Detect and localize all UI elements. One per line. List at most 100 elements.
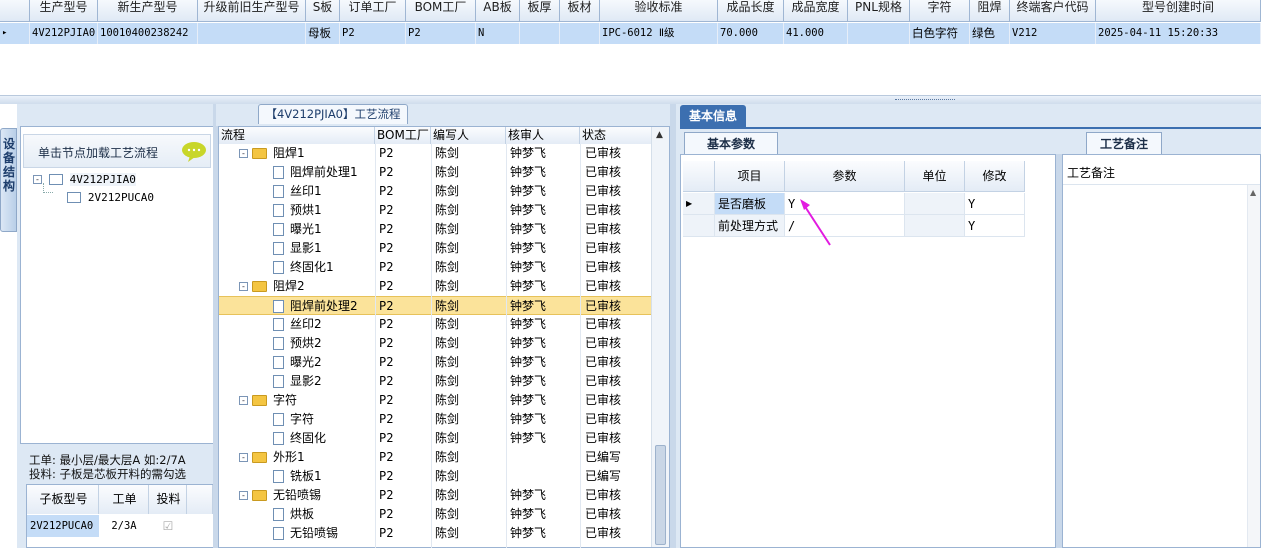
process-status-cell[interactable]: 已审核	[585, 486, 653, 505]
process-status-cell[interactable]: 已审核	[585, 239, 653, 258]
process-name-cell[interactable]: 烘板	[259, 505, 375, 524]
process-bom-cell[interactable]: P2	[379, 372, 431, 391]
process-reviewer-cell[interactable]	[510, 448, 580, 467]
process-bom-cell[interactable]: P2	[379, 410, 431, 429]
process-bom-cell[interactable]: P2	[379, 277, 431, 296]
col-header[interactable]: 成品长度	[718, 0, 784, 22]
process-writer-cell[interactable]: 陈剑	[435, 201, 505, 220]
process-name-cell[interactable]: - 阻焊2	[239, 277, 375, 296]
process-reviewer-cell[interactable]: 钟梦飞	[510, 220, 580, 239]
col-header[interactable]: BOM工厂	[406, 0, 476, 22]
process-status-cell[interactable]: 已审核	[585, 277, 653, 296]
process-group-row[interactable]: - 阻焊2 P2 陈剑 钟梦飞 已审核	[219, 277, 653, 296]
process-reviewer-cell[interactable]: 钟梦飞	[510, 144, 580, 163]
col-header[interactable]: 核审人	[506, 127, 580, 144]
collapse-icon[interactable]: -	[239, 396, 248, 405]
process-writer-cell[interactable]: 陈剑	[435, 486, 505, 505]
col-header[interactable]: 流程	[219, 127, 375, 144]
col-header[interactable]: 字符	[910, 0, 970, 22]
col-header[interactable]: AB板	[476, 0, 520, 22]
process-reviewer-cell[interactable]: 钟梦飞	[510, 524, 580, 543]
process-group-row[interactable]: - 阻焊1 P2 陈剑 钟梦飞 已审核	[219, 144, 653, 163]
process-step-row[interactable]: 终固化 P2 陈剑 钟梦飞 已审核	[219, 429, 653, 448]
process-reviewer-cell[interactable]: 钟梦飞	[510, 372, 580, 391]
cell-sub-model[interactable]: 2V212PUCA0	[27, 515, 99, 537]
process-step-row[interactable]: 字符 P2 陈剑 钟梦飞 已审核	[219, 410, 653, 429]
process-writer-cell[interactable]: 陈剑	[435, 372, 505, 391]
process-writer-cell[interactable]: 陈剑	[435, 353, 505, 372]
tab-basic-params[interactable]: 基本参数	[684, 132, 778, 154]
param-item[interactable]: 前处理方式	[715, 215, 785, 237]
col-header[interactable]: PNL规格	[848, 0, 910, 22]
process-status-cell[interactable]: 已审核	[585, 163, 653, 182]
tab-process-notes[interactable]: 工艺备注	[1086, 132, 1162, 154]
process-step-row[interactable]: 曝光2 P2 陈剑 钟梦飞 已审核	[219, 353, 653, 372]
process-status-cell[interactable]: 已审核	[585, 297, 653, 316]
process-status-cell[interactable]: 已审核	[585, 315, 653, 334]
process-bom-cell[interactable]: P2	[379, 258, 431, 277]
process-name-cell[interactable]: 终固化1	[259, 258, 375, 277]
process-step-row[interactable]: 铣板1 P2 陈剑 已编写	[219, 467, 653, 486]
col-header[interactable]: 验收标准	[600, 0, 718, 22]
col-header[interactable]: 终端客户代码	[1010, 0, 1096, 22]
process-name-cell[interactable]: - 外形1	[239, 448, 375, 467]
process-bom-cell[interactable]: P2	[379, 144, 431, 163]
process-writer-cell[interactable]: 陈剑	[435, 334, 505, 353]
process-bom-cell[interactable]: P2	[379, 486, 431, 505]
cell-pnl[interactable]	[848, 23, 910, 44]
collapse-icon[interactable]: -	[33, 175, 42, 184]
notes-scrollbar[interactable]: ▲	[1247, 185, 1260, 547]
process-group-row[interactable]: - 外形1 P2 陈剑 已编写	[219, 448, 653, 467]
process-writer-cell[interactable]: 陈剑	[435, 524, 505, 543]
cell-ab-board[interactable]: N	[476, 23, 520, 44]
cell-order-factory[interactable]: P2	[340, 23, 406, 44]
process-reviewer-cell[interactable]: 钟梦飞	[510, 353, 580, 372]
process-writer-cell[interactable]: 陈剑	[435, 467, 505, 486]
process-name-cell[interactable]: 铣板1	[259, 467, 375, 486]
process-writer-cell[interactable]: 陈剑	[435, 448, 505, 467]
process-step-row[interactable]: 预烘2 P2 陈剑 钟梦飞 已审核	[219, 334, 653, 353]
cell-old-model[interactable]	[198, 23, 306, 44]
collapse-icon[interactable]: -	[239, 149, 248, 158]
tree-node-child[interactable]: 2V212PUCA0	[67, 190, 154, 204]
cell-solder[interactable]: 绿色	[970, 23, 1010, 44]
process-status-cell[interactable]: 已审核	[585, 505, 653, 524]
process-bom-cell[interactable]: P2	[379, 315, 431, 334]
process-name-cell[interactable]: - 无铅喷锡	[239, 486, 375, 505]
process-writer-cell[interactable]: 陈剑	[435, 239, 505, 258]
process-writer-cell[interactable]: 陈剑	[435, 297, 505, 316]
process-writer-cell[interactable]: 陈剑	[435, 391, 505, 410]
process-bom-cell[interactable]: P2	[379, 448, 431, 467]
process-bom-cell[interactable]: P2	[379, 467, 431, 486]
col-header[interactable]: 新生产型号	[98, 0, 198, 22]
process-group-row[interactable]: - 无铅喷锡 P2 陈剑 钟梦飞 已审核	[219, 486, 653, 505]
process-bom-cell[interactable]: P2	[379, 524, 431, 543]
process-name-cell[interactable]: 显影2	[259, 372, 375, 391]
scroll-thumb[interactable]	[655, 445, 666, 545]
cell-new-model[interactable]: 10010400238242	[98, 23, 198, 44]
col-header[interactable]: 升级前旧生产型号	[198, 0, 306, 22]
col-header[interactable]: 型号创建时间	[1096, 0, 1261, 22]
process-step-row[interactable]: 显影1 P2 陈剑 钟梦飞 已审核	[219, 239, 653, 258]
col-header[interactable]: 子板型号	[27, 485, 99, 514]
cell-bom-factory[interactable]: P2	[406, 23, 476, 44]
process-reviewer-cell[interactable]: 钟梦飞	[510, 486, 580, 505]
process-status-cell[interactable]: 已审核	[585, 144, 653, 163]
process-reviewer-cell[interactable]: 钟梦飞	[510, 410, 580, 429]
process-reviewer-cell[interactable]: 钟梦飞	[510, 315, 580, 334]
process-status-cell[interactable]: 已审核	[585, 353, 653, 372]
process-step-row[interactable]: 显影2 P2 陈剑 钟梦飞 已审核	[219, 372, 653, 391]
process-writer-cell[interactable]: 陈剑	[435, 277, 505, 296]
tab-basic-info[interactable]: 基本信息	[680, 105, 746, 127]
process-status-cell[interactable]: 已编写	[585, 448, 653, 467]
process-reviewer-cell[interactable]: 钟梦飞	[510, 505, 580, 524]
process-writer-cell[interactable]: 陈剑	[435, 258, 505, 277]
col-header[interactable]: 生产型号	[30, 0, 98, 22]
cell-char[interactable]: 白色字符	[910, 23, 970, 44]
process-status-cell[interactable]: 已审核	[585, 182, 653, 201]
process-writer-cell[interactable]: 陈剑	[435, 182, 505, 201]
col-header[interactable]: 成品宽度	[784, 0, 848, 22]
col-header[interactable]: 编写人	[431, 127, 506, 144]
col-header[interactable]: 板材	[560, 0, 600, 22]
process-status-cell[interactable]: 已编写	[585, 467, 653, 486]
